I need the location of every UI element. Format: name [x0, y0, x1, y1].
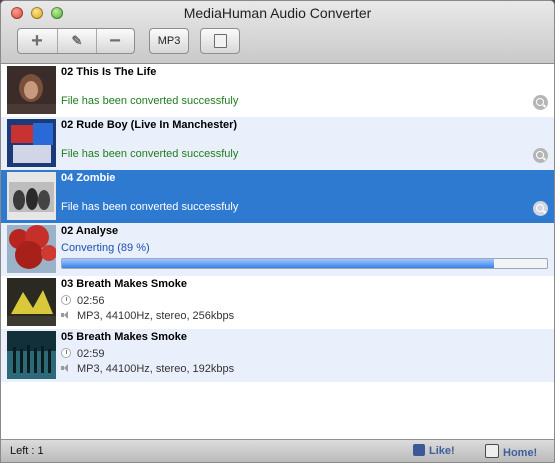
- home-icon: [485, 444, 499, 458]
- conversion-progress-bar: [61, 258, 548, 269]
- minus-icon: −: [109, 29, 121, 52]
- like-button[interactable]: Like!: [413, 444, 455, 457]
- remove-track-button[interactable]: −: [96, 29, 134, 53]
- magnifier-icon[interactable]: [533, 95, 548, 110]
- track-row[interactable]: 02 Analyse Converting (89 %): [1, 223, 554, 276]
- album-art: [7, 66, 56, 114]
- clear-list-button[interactable]: ✎: [57, 29, 97, 53]
- track-row[interactable]: 03 Breath Makes Smoke 02:56 MP3, 44100Hz…: [1, 276, 554, 329]
- track-row[interactable]: 05 Breath Makes Smoke 02:59 MP3, 44100Hz…: [1, 329, 554, 382]
- magnifier-icon[interactable]: [533, 148, 548, 163]
- title-bar: MediaHuman Audio Converter + ✎ − MP3: [1, 1, 554, 64]
- thumbs-up-icon: [413, 444, 425, 456]
- album-art: [7, 331, 56, 379]
- track-actions-segment: + ✎ −: [17, 28, 135, 54]
- track-status: File has been converted successfuly: [61, 148, 239, 160]
- track-duration: 02:56: [61, 295, 105, 307]
- track-title: 04 Zombie: [61, 172, 116, 184]
- output-format-button[interactable]: MP3: [149, 28, 189, 54]
- speaker-icon: [61, 310, 71, 320]
- clock-icon: [61, 348, 71, 358]
- stop-icon: [214, 34, 227, 48]
- window-title: MediaHuman Audio Converter: [183, 5, 372, 21]
- track-title: 03 Breath Makes Smoke: [61, 278, 187, 290]
- track-status: File has been converted successfuly: [61, 95, 239, 107]
- track-title: 02 This Is The Life: [61, 66, 157, 78]
- add-files-button[interactable]: +: [18, 29, 56, 53]
- track-status: File has been converted successfuly: [61, 201, 239, 213]
- album-art: [7, 119, 56, 167]
- status-bar: Left : 1 Like! Home!: [1, 439, 554, 462]
- track-title: 02 Analyse: [61, 225, 119, 237]
- album-art: [7, 278, 56, 326]
- conversion-status: Converting (89 %): [61, 242, 150, 254]
- track-duration: 02:59: [61, 348, 105, 360]
- home-button[interactable]: Home!: [485, 444, 537, 459]
- track-format-info: MP3, 44100Hz, stereo, 256kbps: [61, 310, 234, 322]
- plus-icon: +: [31, 29, 43, 52]
- magnifier-icon[interactable]: [533, 201, 548, 216]
- track-format-info: MP3, 44100Hz, stereo, 192kbps: [61, 363, 234, 375]
- progress-fill: [62, 259, 494, 268]
- track-title: 02 Rude Boy (Live In Manchester): [61, 119, 238, 131]
- stop-conversion-button[interactable]: [200, 28, 240, 54]
- speaker-icon: [61, 363, 71, 373]
- album-art: [7, 172, 56, 220]
- broom-icon: ✎: [71, 33, 83, 48]
- track-row-selected[interactable]: 04 Zombie File has been converted succes…: [1, 170, 554, 223]
- files-left-counter: Left : 1: [10, 445, 44, 457]
- track-row[interactable]: 02 This Is The Life File has been conver…: [1, 64, 554, 117]
- track-row[interactable]: 02 Rude Boy (Live In Manchester) File ha…: [1, 117, 554, 170]
- clock-icon: [61, 295, 71, 305]
- track-title: 05 Breath Makes Smoke: [61, 331, 187, 343]
- album-art: [7, 225, 56, 273]
- app-window: MediaHuman Audio Converter + ✎ − MP3 02 …: [0, 0, 555, 463]
- track-list: 02 This Is The Life File has been conver…: [1, 64, 554, 439]
